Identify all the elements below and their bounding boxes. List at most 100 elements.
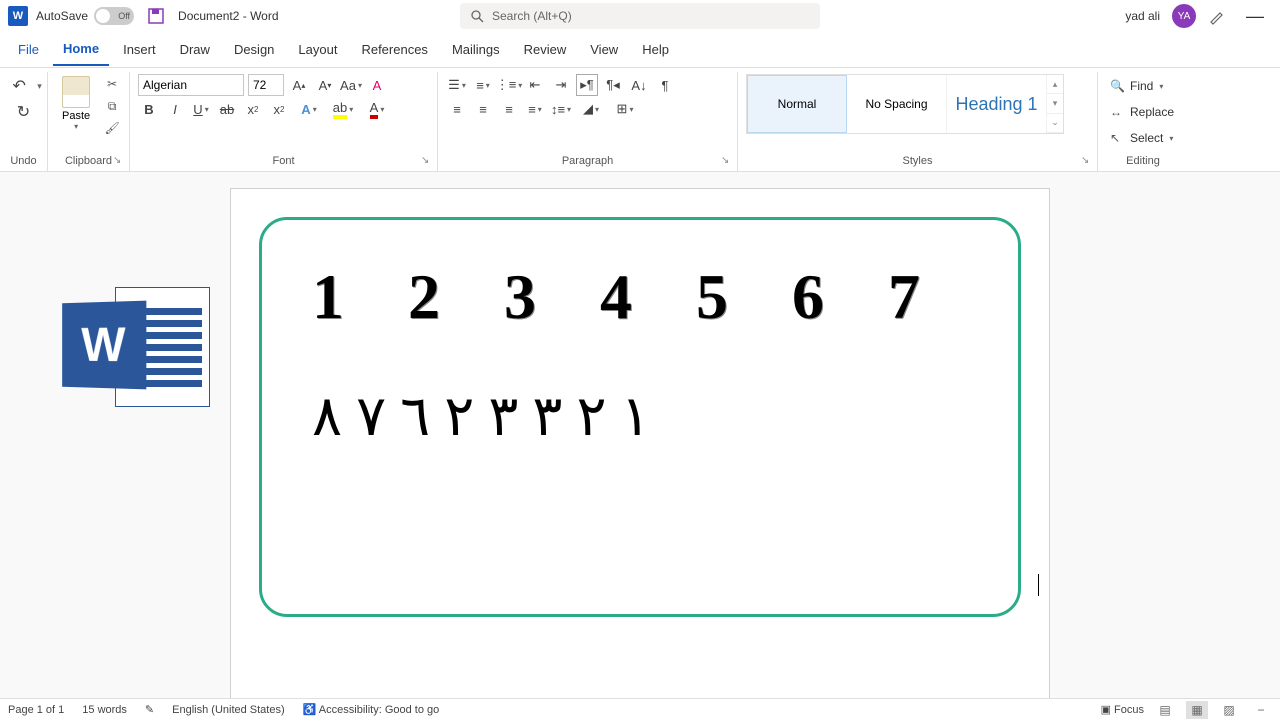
statusbar-right: ▣ Focus ▤ ▦ ▨ −	[1101, 701, 1272, 719]
avatar[interactable]: YA	[1172, 4, 1196, 28]
read-mode-button[interactable]: ▤	[1154, 701, 1176, 719]
zoom-out-button[interactable]: −	[1250, 701, 1272, 719]
ltr-button[interactable]: ▸¶	[576, 74, 598, 96]
change-case-button[interactable]: Aa	[340, 74, 362, 96]
word-logo: W	[60, 282, 210, 412]
undo-button[interactable]: ↶	[5, 74, 33, 98]
text-effects-button[interactable]: A	[294, 98, 324, 120]
font-group-label: Font	[138, 153, 429, 169]
sort-button[interactable]: A↓	[628, 74, 650, 96]
style-normal[interactable]: Normal	[747, 75, 847, 133]
multilevel-list-button[interactable]: ⋮≡	[498, 74, 520, 96]
numbering-button[interactable]: ≡	[472, 74, 494, 96]
arabic-numbers-text[interactable]: ١ ٢ ٣ ٣ ٢ ٦ ٧ ٨	[312, 384, 968, 449]
ribbon-tabs: File Home Insert Draw Design Layout Refe…	[0, 32, 1280, 68]
align-right-button[interactable]: ≡	[498, 98, 520, 120]
save-icon[interactable]	[146, 6, 166, 26]
bold-button[interactable]: B	[138, 98, 160, 120]
line-spacing-button[interactable]: ↕≡	[550, 98, 572, 120]
chevron-down-icon: ▾	[1159, 82, 1163, 91]
undo-dropdown-icon[interactable]: ▾	[37, 81, 42, 92]
increase-indent-button[interactable]: ⇥	[550, 74, 572, 96]
page-indicator[interactable]: Page 1 of 1	[8, 704, 64, 716]
shading-button[interactable]: ◢	[576, 98, 606, 120]
font-name-select[interactable]	[138, 74, 244, 96]
pen-icon[interactable]	[1208, 7, 1226, 25]
chevron-down-icon: ▾	[74, 122, 78, 131]
ribbon: ↶ ▾ ↻ Undo Paste ▾ ✂ ⧉ 🖌 Clipboard ↘	[0, 68, 1280, 172]
subscript-button[interactable]: x2	[242, 98, 264, 120]
font-launcher-icon[interactable]: ↘	[421, 155, 433, 167]
align-left-button[interactable]: ≡	[446, 98, 468, 120]
titlebar: W AutoSave Off Document2 - Word Search (…	[0, 0, 1280, 32]
autosave-toggle[interactable]: Off	[94, 7, 134, 25]
strikethrough-button[interactable]: ab	[216, 98, 238, 120]
language-indicator[interactable]: English (United States)	[172, 704, 285, 716]
tab-design[interactable]: Design	[224, 34, 284, 65]
clear-formatting-button[interactable]: A	[366, 74, 388, 96]
select-button[interactable]: ↖ Select ▾	[1106, 126, 1177, 150]
tab-view[interactable]: View	[580, 34, 628, 65]
ribbon-group-font: A▴ A▾ Aa A B I U ab x2 x2 A ab A Font ↘	[130, 72, 438, 171]
style-heading1[interactable]: Heading 1	[947, 75, 1047, 133]
rtl-button[interactable]: ¶◂	[602, 74, 624, 96]
style-no-spacing[interactable]: No Spacing	[847, 75, 947, 133]
latin-numbers-text[interactable]: 1 2 3 4 5 6 7	[312, 260, 968, 334]
text-box[interactable]: 1 2 3 4 5 6 7 ١ ٢ ٣ ٣ ٢ ٦ ٧ ٨	[259, 217, 1021, 617]
highlight-button[interactable]: ab	[328, 98, 358, 120]
align-center-button[interactable]: ≡	[472, 98, 494, 120]
copy-button[interactable]: ⧉	[102, 96, 122, 116]
username: yad ali	[1125, 9, 1160, 23]
tab-home[interactable]: Home	[53, 33, 109, 66]
focus-icon: ▣	[1101, 704, 1111, 716]
paragraph-launcher-icon[interactable]: ↘	[721, 155, 733, 167]
underline-button[interactable]: U	[190, 98, 212, 120]
ribbon-group-paragraph: ☰ ≡ ⋮≡ ⇤ ⇥ ▸¶ ¶◂ A↓ ¶ ≡ ≡ ≡ ≡ ↕≡ ◢ ⊞ Par…	[438, 72, 738, 171]
clipboard-launcher-icon[interactable]: ↘	[113, 155, 125, 167]
document-page[interactable]: 1 2 3 4 5 6 7 ١ ٢ ٣ ٣ ٢ ٦ ٧ ٨	[230, 188, 1050, 708]
font-size-select[interactable]	[248, 74, 284, 96]
replace-icon: ↔	[1110, 105, 1124, 119]
search-input[interactable]: Search (Alt+Q)	[460, 3, 820, 29]
web-layout-button[interactable]: ▨	[1218, 701, 1240, 719]
word-count[interactable]: 15 words	[82, 704, 127, 716]
redo-button[interactable]: ↻	[10, 100, 38, 124]
style-scroll-up-icon[interactable]: ▴	[1047, 75, 1063, 94]
tab-draw[interactable]: Draw	[170, 34, 220, 65]
decrease-indent-button[interactable]: ⇤	[524, 74, 546, 96]
increase-font-button[interactable]: A▴	[288, 74, 310, 96]
tab-layout[interactable]: Layout	[288, 34, 347, 65]
tab-insert[interactable]: Insert	[113, 34, 166, 65]
print-layout-button[interactable]: ▦	[1186, 701, 1208, 719]
accessibility-indicator[interactable]: ♿ Accessibility: Good to go	[303, 703, 440, 716]
show-marks-button[interactable]: ¶	[654, 74, 676, 96]
bullets-button[interactable]: ☰	[446, 74, 468, 96]
styles-group-label: Styles	[746, 153, 1089, 169]
cut-button[interactable]: ✂	[102, 74, 122, 94]
borders-button[interactable]: ⊞	[610, 98, 640, 120]
text-proofing-icon[interactable]: ✎	[145, 703, 154, 716]
font-color-button[interactable]: A	[362, 98, 392, 120]
style-expand-icon[interactable]: ⌄	[1047, 114, 1063, 133]
superscript-button[interactable]: x2	[268, 98, 290, 120]
paste-button[interactable]: Paste ▾	[56, 74, 96, 133]
decrease-font-button[interactable]: A▾	[314, 74, 336, 96]
tab-help[interactable]: Help	[632, 34, 679, 65]
autosave-label: AutoSave	[36, 9, 88, 23]
tab-mailings[interactable]: Mailings	[442, 34, 510, 65]
focus-mode-button[interactable]: ▣ Focus	[1101, 703, 1144, 716]
replace-button[interactable]: ↔ Replace	[1106, 100, 1178, 124]
paste-icon	[62, 76, 90, 108]
justify-button[interactable]: ≡	[524, 98, 546, 120]
find-button[interactable]: 🔍 Find ▾	[1106, 74, 1167, 98]
tab-references[interactable]: References	[351, 34, 437, 65]
format-painter-button[interactable]: 🖌	[102, 118, 122, 138]
tab-review[interactable]: Review	[514, 34, 577, 65]
editing-group-label: Editing	[1106, 153, 1180, 169]
italic-button[interactable]: I	[164, 98, 186, 120]
style-scroll-down-icon[interactable]: ▾	[1047, 94, 1063, 113]
styles-launcher-icon[interactable]: ↘	[1081, 155, 1093, 167]
minimize-button[interactable]: —	[1238, 6, 1272, 27]
tab-file[interactable]: File	[8, 34, 49, 65]
word-app-icon: W	[8, 6, 28, 26]
